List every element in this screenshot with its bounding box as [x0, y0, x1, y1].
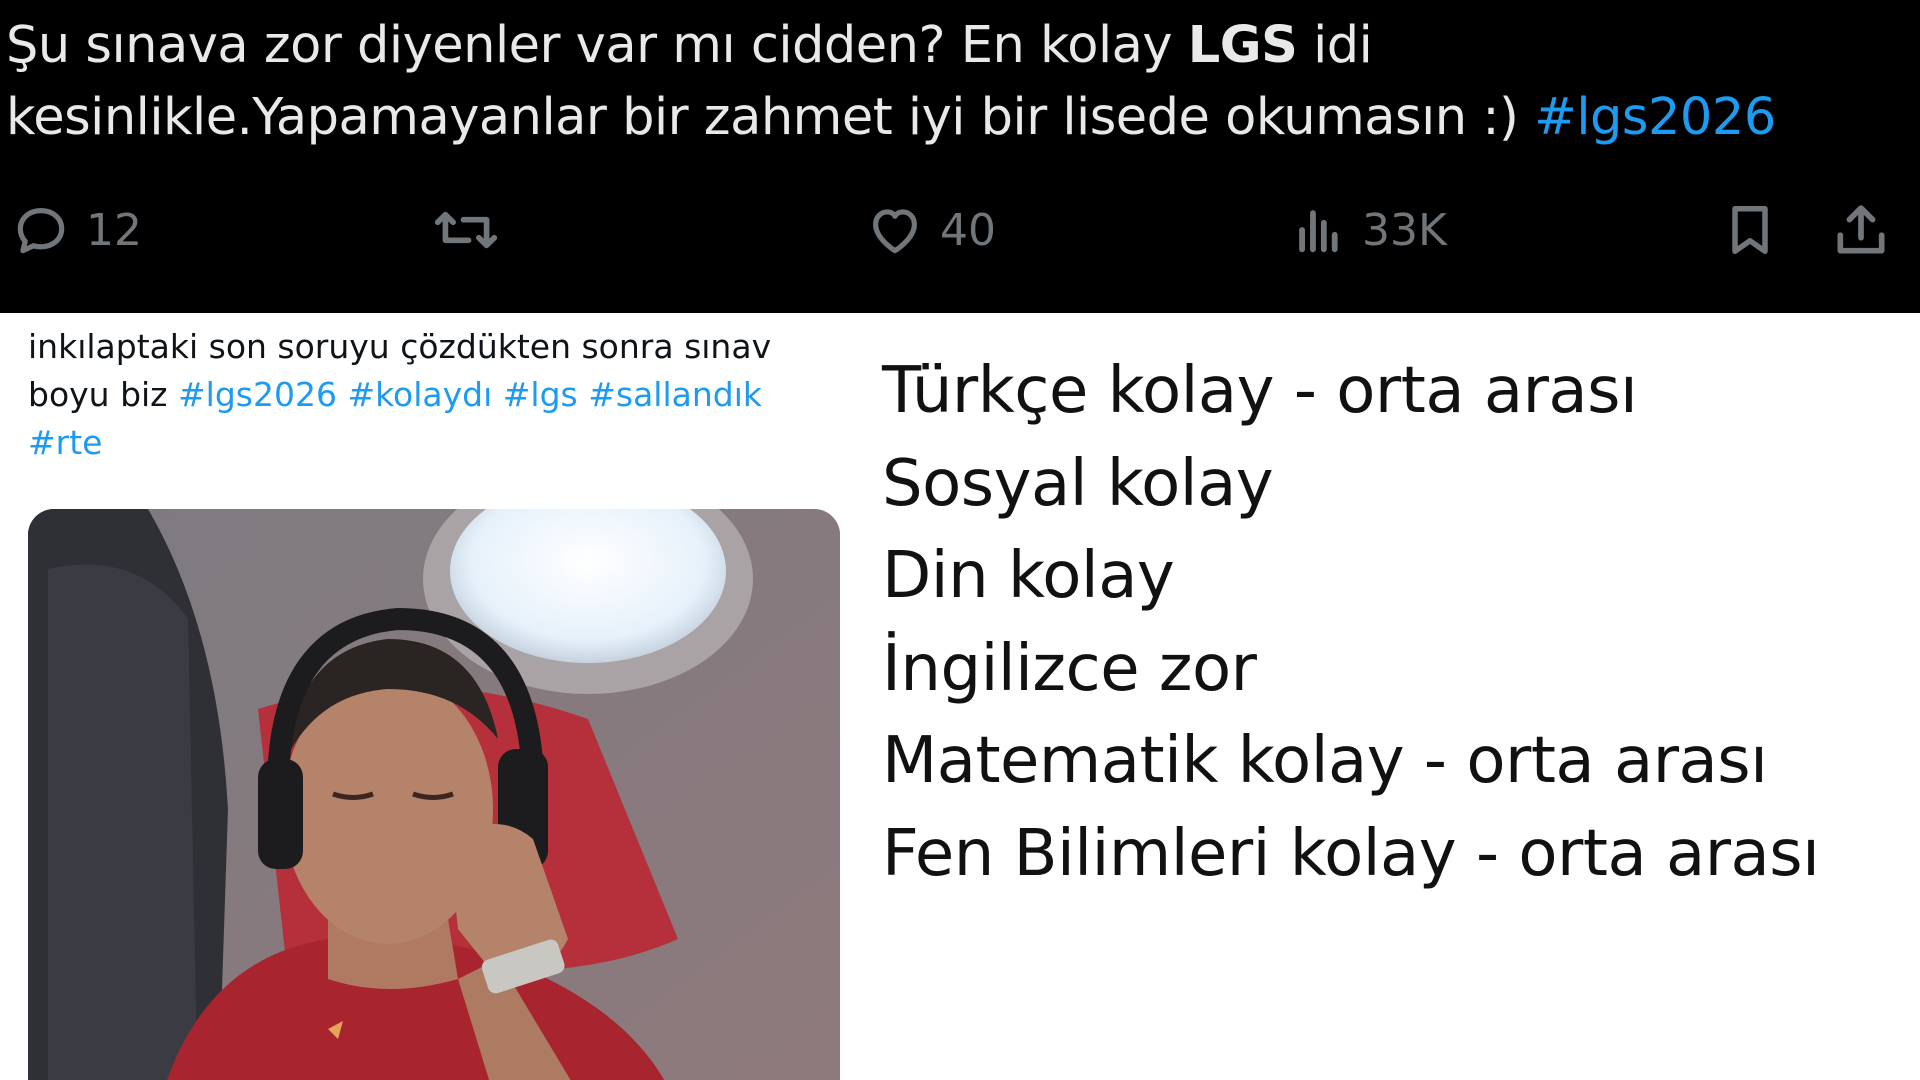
hashtag-link[interactable]: #kolaydı [347, 375, 492, 414]
difficulty-line: Türkçe kolay - orta arası [882, 354, 1638, 428]
meme-tweet-card: inkılaptaki son soruyu çözdükten sonra s… [0, 313, 850, 1080]
reply-count: 12 [86, 204, 142, 256]
reply-icon [17, 208, 65, 254]
tweet-action-bar: 12 40 33K [0, 195, 1920, 265]
tweet-text: Şu sınava zor diyenler var mı cidden? En… [6, 10, 1896, 154]
share-button[interactable] [1830, 195, 1892, 265]
tweet-photo[interactable] [28, 509, 840, 1080]
difficulty-line: Sosyal kolay [882, 446, 1274, 521]
like-button[interactable]: 40 [864, 195, 996, 265]
tweet-text-bold: LGS [1187, 16, 1298, 75]
hashtag-link[interactable]: #rte [28, 423, 102, 462]
photo-illustration [28, 509, 840, 1080]
hashtag-link[interactable]: #sallandık [588, 375, 762, 414]
meme-tweet-text: inkılaptaki son soruyu çözdükten sonra s… [28, 323, 828, 467]
hashtag-link[interactable]: #lgs2026 [178, 375, 337, 414]
tweet-text-part1: Şu sınava zor diyenler var mı cidden? En… [6, 16, 1188, 75]
bookmark-icon [1732, 206, 1768, 254]
like-count: 40 [940, 204, 996, 256]
share-icon [1837, 205, 1885, 254]
exam-difficulty-list: Türkçe kolay - orta arası Sosyal kolay D… [882, 345, 1902, 900]
reply-button[interactable]: 12 [10, 195, 142, 265]
difficulty-line: Fen Bilimleri kolay - orta arası [882, 816, 1820, 891]
retweet-button[interactable] [430, 195, 502, 265]
retweet-icon [434, 211, 498, 249]
tweet-hashtag-link[interactable]: #lgs2026 [1534, 88, 1776, 147]
heart-icon [873, 209, 917, 254]
views-count: 33K [1362, 204, 1447, 256]
bookmark-button[interactable] [1720, 195, 1780, 265]
difficulty-line: İngilizce zor [882, 631, 1257, 706]
analytics-bars-icon [1299, 210, 1338, 253]
difficulty-line: Din kolay [882, 539, 1175, 613]
views-button[interactable]: 33K [1290, 195, 1447, 265]
dark-tweet-card: Şu sınava zor diyenler var mı cidden? En… [0, 0, 1920, 313]
difficulty-line: Matematik kolay - orta arası [882, 724, 1768, 798]
hashtag-link[interactable]: #lgs [503, 375, 578, 414]
